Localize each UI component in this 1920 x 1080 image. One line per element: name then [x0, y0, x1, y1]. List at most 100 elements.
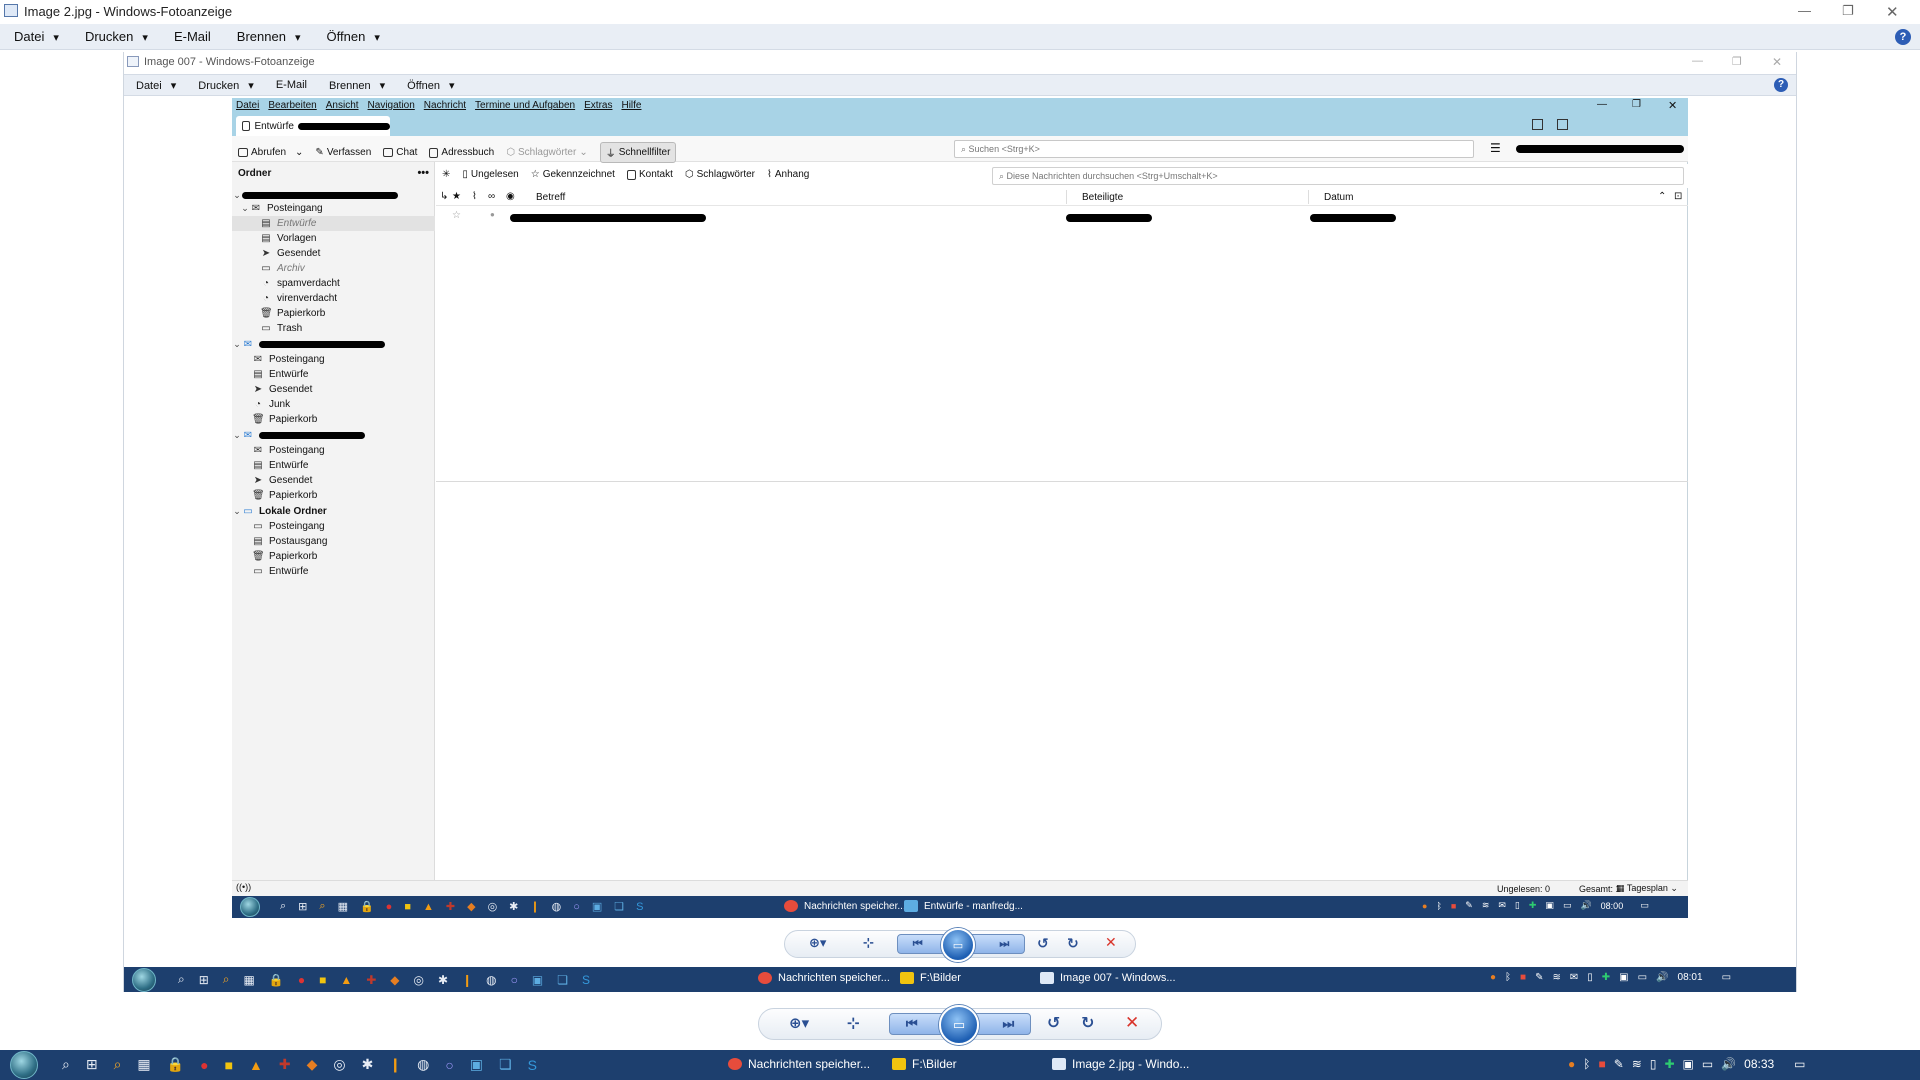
mid-menu-datei[interactable]: Datei: [136, 79, 176, 92]
tb-menu-bearbeiten[interactable]: Bearbeiten: [268, 100, 316, 111]
app-icon[interactable]: ○: [445, 1057, 453, 1073]
filter-kontakt[interactable]: Kontakt: [626, 169, 673, 180]
junk-column-icon[interactable]: ◉: [506, 191, 515, 202]
outer-menu-email[interactable]: E-Mail: [174, 29, 211, 44]
rotate-right-icon[interactable]: ↻: [1081, 1013, 1094, 1033]
search-app-icon[interactable]: ⌕: [319, 900, 325, 913]
tray-app-icon[interactable]: ✎: [1465, 900, 1473, 911]
mid-menu-oeffnen[interactable]: Öffnen: [407, 79, 454, 92]
filter-schlagwoerter[interactable]: ⬡ Schlagwörter: [685, 169, 755, 180]
app-icon[interactable]: ◆: [390, 973, 399, 987]
tray-app-icon[interactable]: ≋: [1482, 900, 1490, 911]
app-icon[interactable]: ▣: [592, 900, 602, 913]
mid-menu-drucken[interactable]: Drucken: [198, 79, 254, 92]
twisty-open-icon[interactable]: ⌄: [232, 339, 242, 350]
column-divider[interactable]: [1066, 190, 1067, 204]
tray-app-icon[interactable]: ▣: [1619, 972, 1628, 983]
folder-row[interactable]: ✉ Posteingang: [232, 443, 435, 458]
app-icon[interactable]: ■: [319, 973, 326, 987]
app-icon[interactable]: ❏: [614, 900, 624, 913]
twisty-open-icon[interactable]: ⌄: [232, 506, 242, 517]
folder-row[interactable]: ✉ Posteingang: [232, 352, 435, 367]
battery-icon[interactable]: ▯: [1515, 900, 1520, 911]
calendar-icon[interactable]: [1532, 119, 1543, 130]
network-icon[interactable]: ▭: [1638, 972, 1647, 983]
tb-menu-extras[interactable]: Extras: [584, 100, 612, 111]
clock[interactable]: 08:00: [1601, 901, 1624, 911]
account-3-row[interactable]: ⌄ ✉: [232, 428, 435, 443]
notifications-icon[interactable]: ▭: [1640, 900, 1649, 911]
start-orb[interactable]: [240, 897, 260, 917]
rotate-right-icon[interactable]: ↻: [1067, 935, 1079, 952]
app-icon[interactable]: ❏: [557, 973, 568, 987]
tray-app-icon[interactable]: ▣: [1683, 1057, 1694, 1071]
app-icon[interactable]: ◎: [488, 900, 498, 913]
bluetooth-icon[interactable]: ᛒ: [1436, 901, 1441, 911]
network-icon[interactable]: ▭: [1563, 900, 1572, 911]
tab-drafts[interactable]: Entwürfe: [236, 116, 390, 136]
actual-size-icon[interactable]: ⊹: [863, 935, 874, 951]
folder-row[interactable]: ◔ virenverdacht: [232, 291, 435, 306]
app-icon[interactable]: ▣: [470, 1056, 483, 1073]
app-icon[interactable]: ◍: [486, 973, 496, 987]
read-dot-icon[interactable]: ●: [490, 210, 495, 219]
outer-close-button[interactable]: ✕: [1886, 3, 1899, 21]
folder-row[interactable]: ◔ spamverdacht: [232, 276, 435, 291]
bluetooth-icon[interactable]: ᛒ: [1583, 1057, 1590, 1071]
slideshow-button[interactable]: ▭: [941, 928, 975, 962]
tb-close-button[interactable]: ✕: [1668, 99, 1677, 112]
column-betreff[interactable]: Betreff: [536, 192, 565, 203]
schnellfilter-button[interactable]: ⏚ Schnellfilter: [599, 142, 677, 163]
task-entwuerfe[interactable]: Entwürfe - manfredg...: [904, 900, 1023, 912]
tray-app-icon[interactable]: ✚: [1602, 972, 1610, 983]
tray-app-icon[interactable]: ■: [1451, 901, 1456, 911]
app-icon[interactable]: ✚: [446, 900, 455, 913]
delete-icon[interactable]: ✕: [1105, 934, 1117, 951]
tray-app-icon[interactable]: ✚: [1529, 900, 1537, 911]
app-icon[interactable]: ❙: [389, 1056, 401, 1073]
skype-icon[interactable]: S: [636, 901, 643, 913]
tray-app-icon[interactable]: ✎: [1535, 972, 1543, 983]
search-icon[interactable]: ⌕: [280, 900, 286, 913]
tray-app-icon[interactable]: ■: [1598, 1057, 1605, 1071]
task-nachrichten[interactable]: Nachrichten speicher...: [758, 972, 890, 984]
folder-row-selected[interactable]: ▤ Entwürfe: [232, 216, 435, 231]
clock[interactable]: 08:33: [1744, 1057, 1774, 1071]
zoom-icon[interactable]: ⊕▾: [789, 1014, 809, 1032]
tray-app-icon[interactable]: ●: [1422, 901, 1427, 911]
task-bilder[interactable]: F:\Bilder: [892, 1057, 957, 1071]
folder-row[interactable]: ▤ Entwürfe: [232, 458, 435, 473]
app-icon[interactable]: ▣: [532, 973, 543, 987]
task-view-icon[interactable]: ⊞: [86, 1056, 98, 1073]
next-icon[interactable]: ⏭: [985, 938, 1024, 951]
read-status-column-icon[interactable]: ∞: [488, 191, 495, 202]
folder-row[interactable]: 🗑 Papierkorb: [232, 549, 435, 564]
tb-minimize-button[interactable]: —: [1597, 99, 1607, 110]
mid-help-icon[interactable]: ?: [1774, 78, 1788, 92]
lock-icon[interactable]: 🔒: [360, 900, 374, 913]
lock-icon[interactable]: 🔒: [167, 1056, 184, 1073]
online-status-icon[interactable]: ((•)): [236, 882, 251, 892]
thread-column-icon[interactable]: ↳: [440, 191, 448, 202]
mid-minimize-button[interactable]: —: [1692, 55, 1703, 67]
app-icon[interactable]: ✚: [366, 973, 376, 987]
task-nachrichten[interactable]: Nachrichten speicher...: [784, 900, 906, 912]
tb-menu-datei[interactable]: Datei: [236, 100, 259, 111]
schlagwoerter-toolbar-button[interactable]: ⬡ Schlagwörter ⌄: [506, 147, 587, 158]
app-icon[interactable]: ◆: [307, 1056, 318, 1073]
folder-row[interactable]: ➤ Gesendet: [232, 473, 435, 488]
app-icon[interactable]: ◎: [333, 1056, 345, 1073]
volume-icon[interactable]: 🔊: [1656, 972, 1668, 983]
clock[interactable]: 08:01: [1678, 972, 1703, 983]
app-icon[interactable]: ❏: [499, 1056, 512, 1073]
folder-row[interactable]: ▭ Archiv: [232, 261, 435, 276]
folder-row[interactable]: ▤ Postausgang: [232, 534, 435, 549]
app-icon[interactable]: ❙: [462, 973, 472, 987]
slideshow-button[interactable]: ▭: [939, 1005, 979, 1045]
zoom-icon[interactable]: ⊕▾: [809, 935, 826, 951]
app-icon[interactable]: ✚: [279, 1056, 291, 1073]
mid-menu-brennen[interactable]: Brennen: [329, 79, 385, 92]
folder-row[interactable]: ▤ Entwürfe: [232, 367, 435, 382]
column-beteiligte[interactable]: Beteiligte: [1082, 192, 1123, 203]
outer-menu-datei[interactable]: Datei: [14, 29, 59, 44]
